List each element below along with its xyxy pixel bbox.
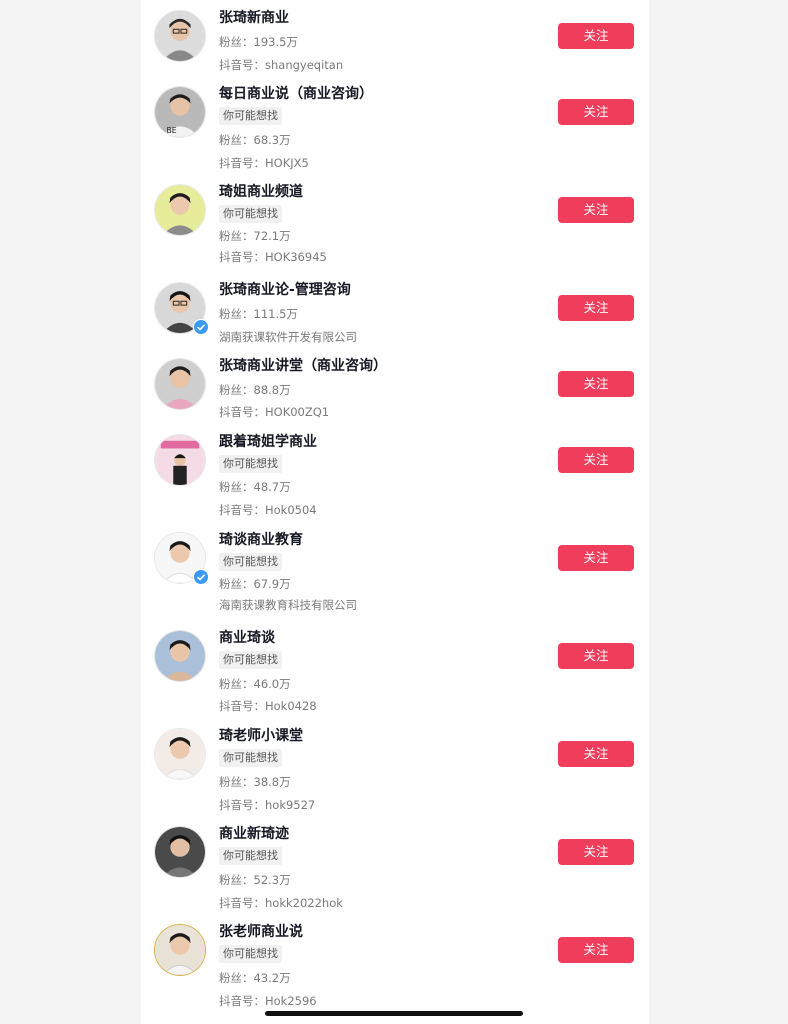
list-item[interactable]: 琦老师小课堂 你可能想找 粉丝：38.8万 抖音号：hok9527 关注: [141, 718, 649, 816]
list-item[interactable]: BE 每日商业说（商业咨询） 你可能想找 粉丝：68.3万 抖音号：HOKJX5…: [141, 76, 649, 174]
suggestion-tag: 你可能想找: [219, 553, 282, 571]
suggestion-tag: 你可能想找: [219, 847, 282, 865]
fan-count: 粉丝：48.7万: [219, 480, 291, 494]
fan-count: 粉丝：52.3万: [219, 873, 291, 887]
avatar[interactable]: [154, 924, 206, 976]
follow-button[interactable]: 关注: [558, 545, 634, 571]
avatar[interactable]: [154, 10, 206, 62]
search-results-list: 张琦新商业 粉丝：193.5万 抖音号：shangyeqitan 关注 BE 每…: [141, 0, 649, 1024]
avatar[interactable]: BE: [154, 86, 206, 138]
account-id: 抖音号：Hok0504: [219, 503, 317, 517]
list-item[interactable]: 张琦商业论-管理咨询 粉丝：111.5万 湖南获课软件开发有限公司 关注: [141, 272, 649, 348]
list-item[interactable]: 琦谈商业教育 你可能想找 粉丝：67.9万 海南获课教育科技有限公司 关注: [141, 522, 649, 620]
follow-button[interactable]: 关注: [558, 741, 634, 767]
company-name: 湖南获课软件开发有限公司: [219, 330, 357, 344]
avatar[interactable]: [154, 434, 206, 486]
account-name[interactable]: 商业琦谈: [219, 629, 275, 647]
follow-button[interactable]: 关注: [558, 295, 634, 321]
account-id: 抖音号：HOK36945: [219, 250, 327, 264]
account-name[interactable]: 张琦新商业: [219, 9, 289, 27]
fan-count: 粉丝：68.3万: [219, 133, 291, 147]
suggestion-tag: 你可能想找: [219, 945, 282, 963]
account-id: 抖音号：hok9527: [219, 798, 316, 812]
suggestion-tag: 你可能想找: [219, 107, 282, 125]
suggestion-tag: 你可能想找: [219, 455, 282, 473]
account-name[interactable]: 张老师商业说: [219, 923, 303, 941]
list-item[interactable]: 琦姐商业频道 你可能想找 粉丝：72.1万 抖音号：HOK36945 关注: [141, 174, 649, 272]
account-name[interactable]: 琦姐商业频道: [219, 183, 303, 201]
account-id: 抖音号：HOKJX5: [219, 156, 309, 170]
follow-button[interactable]: 关注: [558, 197, 634, 223]
fan-count: 粉丝：72.1万: [219, 229, 291, 243]
account-name[interactable]: 张琦商业论-管理咨询: [219, 281, 351, 299]
account-id: 抖音号：hokk2022hok: [219, 896, 343, 910]
fan-count: 粉丝：46.0万: [219, 677, 291, 691]
account-name[interactable]: 商业新琦迹: [219, 825, 289, 843]
list-item[interactable]: 跟着琦姐学商业 你可能想找 粉丝：48.7万 抖音号：Hok0504 关注: [141, 424, 649, 522]
verified-badge-icon: [193, 569, 209, 585]
home-indicator: [265, 1011, 523, 1016]
suggestion-tag: 你可能想找: [219, 205, 282, 223]
list-item[interactable]: 张琦新商业 粉丝：193.5万 抖音号：shangyeqitan 关注: [141, 0, 649, 76]
fan-count: 粉丝：67.9万: [219, 577, 291, 591]
list-item[interactable]: 张老师商业说 你可能想找 粉丝：43.2万 抖音号：Hok2596 关注: [141, 914, 649, 1012]
account-id: 抖音号：Hok0428: [219, 699, 317, 713]
fan-count: 粉丝：88.8万: [219, 383, 291, 397]
list-item[interactable]: 商业新琦迹 你可能想找 粉丝：52.3万 抖音号：hokk2022hok 关注: [141, 816, 649, 914]
follow-button[interactable]: 关注: [558, 839, 634, 865]
suggestion-tag: 你可能想找: [219, 651, 282, 669]
account-name[interactable]: 张琦商业讲堂（商业咨询）: [219, 357, 387, 375]
avatar[interactable]: [154, 184, 206, 236]
avatar[interactable]: [154, 826, 206, 878]
follow-button[interactable]: 关注: [558, 447, 634, 473]
account-id: 抖音号：Hok2596: [219, 994, 317, 1008]
svg-text:BE: BE: [167, 126, 177, 135]
fan-count: 粉丝：193.5万: [219, 35, 298, 49]
follow-button[interactable]: 关注: [558, 643, 634, 669]
account-id: 抖音号：shangyeqitan: [219, 58, 344, 72]
suggestion-tag: 你可能想找: [219, 749, 282, 767]
fan-count: 粉丝：38.8万: [219, 775, 291, 789]
list-item[interactable]: 张琦商业讲堂（商业咨询） 粉丝：88.8万 抖音号：HOK00ZQ1 关注: [141, 348, 649, 424]
fan-count: 粉丝：111.5万: [219, 307, 298, 321]
fan-count: 粉丝：43.2万: [219, 971, 291, 985]
account-name[interactable]: 跟着琦姐学商业: [219, 433, 317, 451]
account-id: 抖音号：HOK00ZQ1: [219, 405, 330, 419]
account-name[interactable]: 琦老师小课堂: [219, 727, 303, 745]
avatar[interactable]: [154, 728, 206, 780]
follow-button[interactable]: 关注: [558, 937, 634, 963]
account-name[interactable]: 琦谈商业教育: [219, 531, 303, 549]
account-name[interactable]: 每日商业说（商业咨询）: [219, 85, 373, 103]
verified-badge-icon: [193, 319, 209, 335]
avatar[interactable]: [154, 358, 206, 410]
follow-button[interactable]: 关注: [558, 371, 634, 397]
avatar[interactable]: [154, 630, 206, 682]
follow-button[interactable]: 关注: [558, 99, 634, 125]
company-name: 海南获课教育科技有限公司: [219, 598, 357, 612]
list-item[interactable]: 商业琦谈 你可能想找 粉丝：46.0万 抖音号：Hok0428 关注: [141, 620, 649, 718]
follow-button[interactable]: 关注: [558, 23, 634, 49]
